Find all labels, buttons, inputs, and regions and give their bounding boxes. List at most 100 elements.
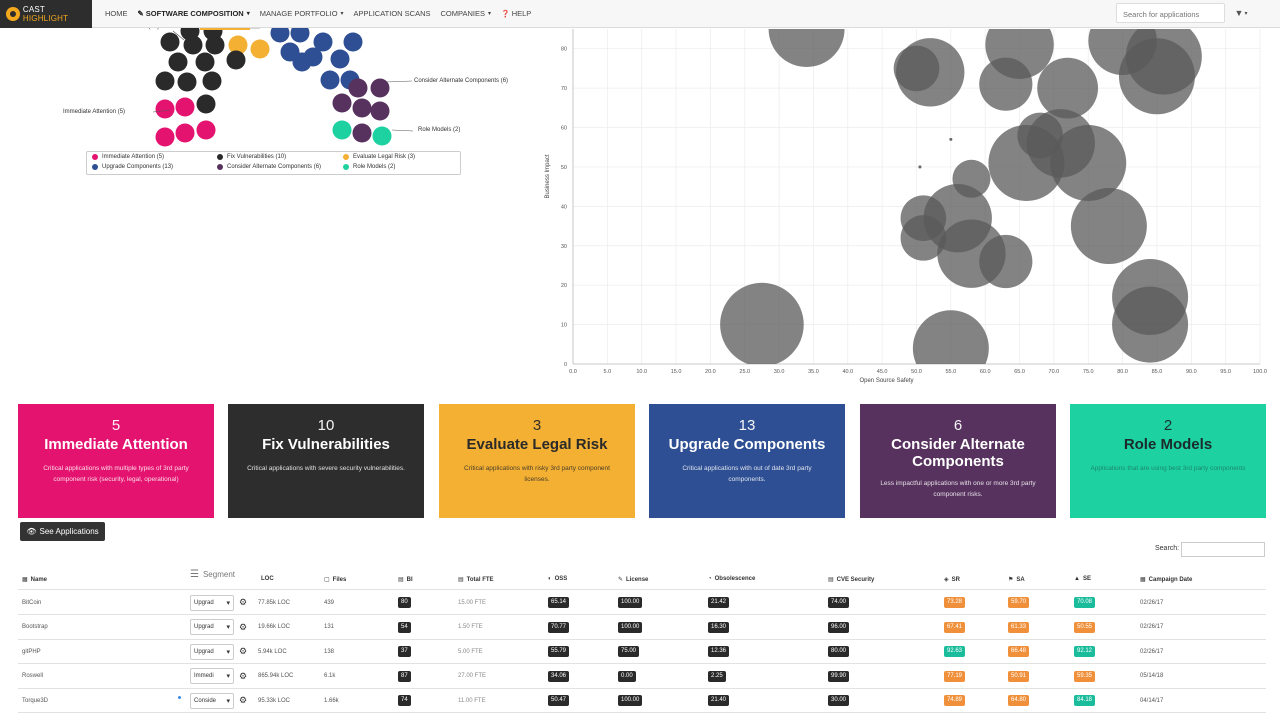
application-bubble[interactable] (196, 94, 216, 114)
scatter-bubble[interactable] (768, 29, 845, 67)
app-search-input[interactable] (1117, 5, 1224, 24)
legend-item[interactable]: Fix Vulnerabilities (10) (217, 154, 286, 160)
col-header-sa[interactable]: ⚑ SA (1008, 576, 1025, 584)
application-bubble[interactable] (352, 98, 372, 118)
col-header-files[interactable]: ▢ Files (324, 576, 346, 584)
application-bubble[interactable] (250, 39, 270, 59)
legend-item[interactable]: Upgrade Components (13) (92, 164, 173, 170)
application-bubble[interactable] (196, 120, 216, 140)
gear-icon[interactable]: ⚙ (239, 671, 247, 682)
scatter-bubble[interactable] (1037, 57, 1099, 119)
application-bubble[interactable] (292, 52, 312, 72)
card-evaluate-legal-risk[interactable]: 3 Evaluate Legal Risk Critical application… (439, 404, 635, 518)
col-header-sr[interactable]: ◈ SR (944, 576, 960, 584)
application-bubble[interactable] (195, 52, 215, 72)
col-header-loc[interactable]: LOC (258, 576, 274, 582)
scatter-bubble[interactable] (1118, 38, 1195, 115)
table-row[interactable]: Roswell Immedi ⚙ 865.94k LOC 6.1k 87 27.00 FTE… (18, 664, 1266, 689)
nav-application-scans[interactable]: APPLICATION SCANS (349, 0, 436, 28)
gear-icon[interactable]: ⚙ (239, 695, 247, 706)
nav-companies[interactable]: COMPANIES ▾ (436, 0, 496, 28)
application-bubble[interactable] (205, 35, 225, 55)
application-bubble[interactable] (270, 28, 290, 43)
col-header-cve-security[interactable]: ▤ CVE Security (828, 576, 874, 584)
application-bubble[interactable] (155, 71, 175, 91)
application-bubble[interactable] (160, 32, 180, 52)
legend-item[interactable]: Role Models (2) (343, 164, 395, 170)
see-applications-button[interactable]: 👁 See Applications (20, 522, 105, 541)
nav-manage-portfolio[interactable]: MANAGE PORTFOLIO ▾ (255, 0, 349, 28)
table-search-input[interactable] (1181, 542, 1265, 557)
segment-select[interactable]: Conside (190, 692, 234, 709)
application-bubble[interactable] (175, 97, 195, 117)
col-header-license[interactable]: ✎ License (618, 576, 648, 584)
application-bubble[interactable] (343, 32, 363, 52)
segment-select[interactable]: Upgrad (190, 619, 234, 635)
application-bubble[interactable] (183, 35, 203, 55)
scatter-bubble[interactable] (893, 45, 940, 92)
application-bubble[interactable] (348, 78, 368, 98)
scatter-bubble[interactable] (949, 137, 953, 141)
table-row[interactable]: Bootstrap Upgrad ⚙ 19.66k LOC 131 54 1.50 FTE 7… (18, 615, 1266, 640)
application-bubble[interactable] (320, 70, 340, 90)
application-bubble[interactable] (330, 49, 350, 69)
application-bubble[interactable] (202, 71, 222, 91)
segment-select[interactable]: Upgrad (190, 594, 234, 611)
nav-software-composition[interactable]: ✎ SOFTWARE COMPOSITION ▾ (133, 0, 255, 28)
gear-icon[interactable]: ⚙ (239, 646, 247, 657)
app-search[interactable] (1116, 3, 1225, 24)
segment-select[interactable]: Upgrad (190, 643, 234, 660)
application-bubble[interactable] (290, 28, 310, 43)
obsolescence-icon: ◔ (708, 576, 712, 582)
scatter-bubble[interactable] (918, 165, 922, 169)
gear-icon[interactable]: ⚙ (239, 597, 247, 608)
nav-home[interactable]: HOME (100, 0, 133, 28)
col-header-oss[interactable]: ◐ OSS (548, 576, 567, 582)
col-header-campaign-date[interactable]: ▦ Campaign Date (1140, 576, 1192, 584)
filter-button[interactable]: ▼ ▾ (1229, 5, 1253, 21)
col-header-name[interactable]: ▦ Name (22, 576, 47, 584)
table-row[interactable]: BitCoin Upgrad ⚙ 77.85k LOC 439 80 15.00 FTE 65… (18, 590, 1266, 615)
cell-cve: 30.00 (828, 688, 850, 713)
table-row[interactable]: gitPHP Upgrad ⚙ 5.94k LOC 138 37 5.00 FTE 55.79… (18, 639, 1266, 664)
scatter-bubble[interactable] (979, 234, 1033, 289)
card-immediate-attention[interactable]: 5 Immediate Attention Critical application… (18, 404, 214, 518)
nav-help[interactable]: ❓ HELP (496, 0, 536, 28)
application-bubble[interactable] (177, 72, 197, 92)
application-bubble[interactable] (352, 123, 372, 143)
cell-sa: 61.33 (1008, 615, 1030, 640)
brand-logo[interactable]: CAST HIGHLIGHT (0, 0, 92, 28)
legend-item[interactable]: Consider Alternate Components (6) (217, 164, 321, 170)
application-bubble[interactable] (370, 101, 390, 121)
scatter-bubble[interactable] (1070, 188, 1147, 265)
scatter-bubble[interactable] (979, 57, 1033, 111)
application-bubble[interactable] (226, 50, 246, 70)
scatter-bubble[interactable] (1112, 286, 1189, 363)
table-search-label: Search: (1155, 545, 1180, 552)
application-bubble[interactable] (332, 120, 352, 140)
application-bubble[interactable] (370, 78, 390, 98)
col-header-se[interactable]: ▲ SE (1074, 576, 1091, 582)
col-header-bi[interactable]: ▤ BI (398, 576, 413, 584)
col-header-obsolescence[interactable]: ◔ Obsolescence (708, 576, 755, 582)
scatter-bubble[interactable] (720, 282, 804, 367)
segment-select[interactable]: Immedi (190, 668, 234, 684)
application-bubble[interactable] (168, 52, 188, 72)
label-consider-alternate: Consider Alternate Components (6) (414, 78, 509, 84)
legend-item[interactable]: Immediate Attention (5) (92, 154, 164, 160)
col-header-total-fte[interactable]: ▤ Total FTE (458, 576, 494, 584)
table-row[interactable]: Torque3D Conside ⚙ 95.33k LOC 1.66k 74 11.00 F… (18, 688, 1266, 713)
gear-icon[interactable]: ⚙ (239, 622, 247, 633)
application-bubble[interactable] (372, 126, 392, 146)
application-bubble[interactable] (175, 123, 195, 143)
legend-item[interactable]: Evaluate Legal Risk (3) (343, 154, 415, 160)
cell-bi: 80 (398, 590, 411, 615)
card-upgrade-components[interactable]: 13 Upgrade Components Critical application… (649, 404, 845, 518)
card-consider-alternate-components[interactable]: 6 Consider Alternate Components Less impac… (860, 404, 1056, 518)
application-bubble[interactable] (155, 99, 175, 119)
card-fix-vulnerabilities[interactable]: 10 Fix Vulnerabilities Critical applicatio… (228, 404, 424, 518)
card-role-models[interactable]: 2 Role Models Applications that are using … (1070, 404, 1266, 518)
application-bubble[interactable] (155, 127, 175, 147)
application-bubble[interactable] (332, 93, 352, 113)
cell-oss: 55.79 (548, 639, 570, 664)
